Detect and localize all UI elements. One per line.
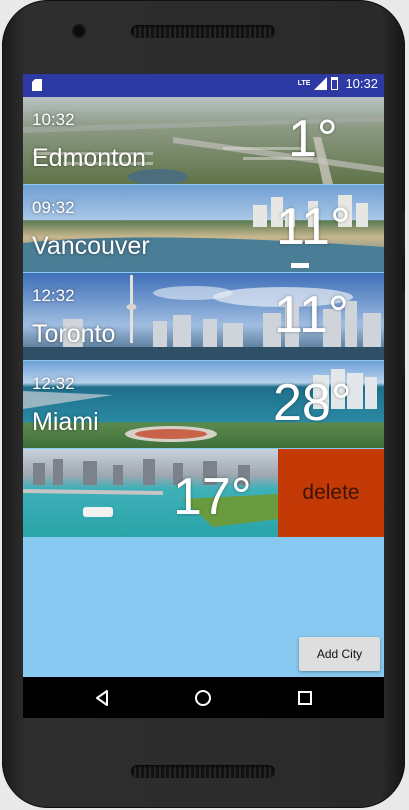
- city-temperature: 28°: [273, 374, 352, 432]
- screen: LTE 10:32 10:32 Edmonton 1° 09:32 Vancou…: [23, 74, 384, 718]
- city-time: 12:32: [32, 286, 75, 305]
- recents-icon[interactable]: [296, 689, 314, 707]
- phone-frame: LTE 10:32 10:32 Edmonton 1° 09:32 Vancou…: [2, 0, 405, 808]
- back-icon[interactable]: [93, 689, 111, 707]
- city-name: Vancouver: [32, 232, 150, 260]
- city-temperature: 11°: [274, 286, 349, 344]
- city-time: 09:32: [32, 198, 75, 217]
- city-time: 12:32: [32, 374, 75, 393]
- signal-icon: [314, 77, 328, 90]
- city-card-toronto[interactable]: 12:32 Toronto 11°: [23, 273, 384, 360]
- lte-label: LTE: [297, 80, 311, 87]
- sd-card-icon: [32, 79, 42, 91]
- city-card-edmonton[interactable]: 10:32 Edmonton 1°: [23, 97, 384, 184]
- status-time: 10:32: [345, 76, 378, 91]
- volume-button: [401, 210, 405, 256]
- city-temperature: 17°: [173, 468, 252, 526]
- battery-icon: [331, 77, 339, 90]
- home-icon[interactable]: [194, 689, 212, 707]
- city-temperature: 11°: [276, 198, 351, 256]
- city-name: Toronto: [32, 320, 116, 348]
- add-city-button[interactable]: Add City: [299, 637, 380, 671]
- delete-button[interactable]: delete: [278, 449, 384, 537]
- top-speaker: [131, 25, 275, 38]
- city-name: Edmonton: [32, 144, 146, 172]
- city-time: 10:32: [32, 110, 75, 129]
- city-card-vancouver[interactable]: 09:32 Vancouver 11°: [23, 185, 384, 272]
- delete-label: delete: [302, 481, 360, 504]
- city-card-miami[interactable]: 12:32 Miami 28°: [23, 361, 384, 448]
- front-camera: [72, 24, 86, 38]
- city-list: 10:32 Edmonton 1° 09:32 Vancouver 11° 12…: [23, 97, 384, 538]
- bottom-speaker: [131, 765, 275, 778]
- navigation-bar: [23, 677, 384, 718]
- city-temperature: 1°: [288, 110, 338, 168]
- city-card-swiped[interactable]: 17° delete: [23, 449, 384, 537]
- city-name: Miami: [32, 408, 99, 436]
- power-button: [401, 290, 405, 376]
- status-bar: LTE 10:32: [23, 74, 384, 97]
